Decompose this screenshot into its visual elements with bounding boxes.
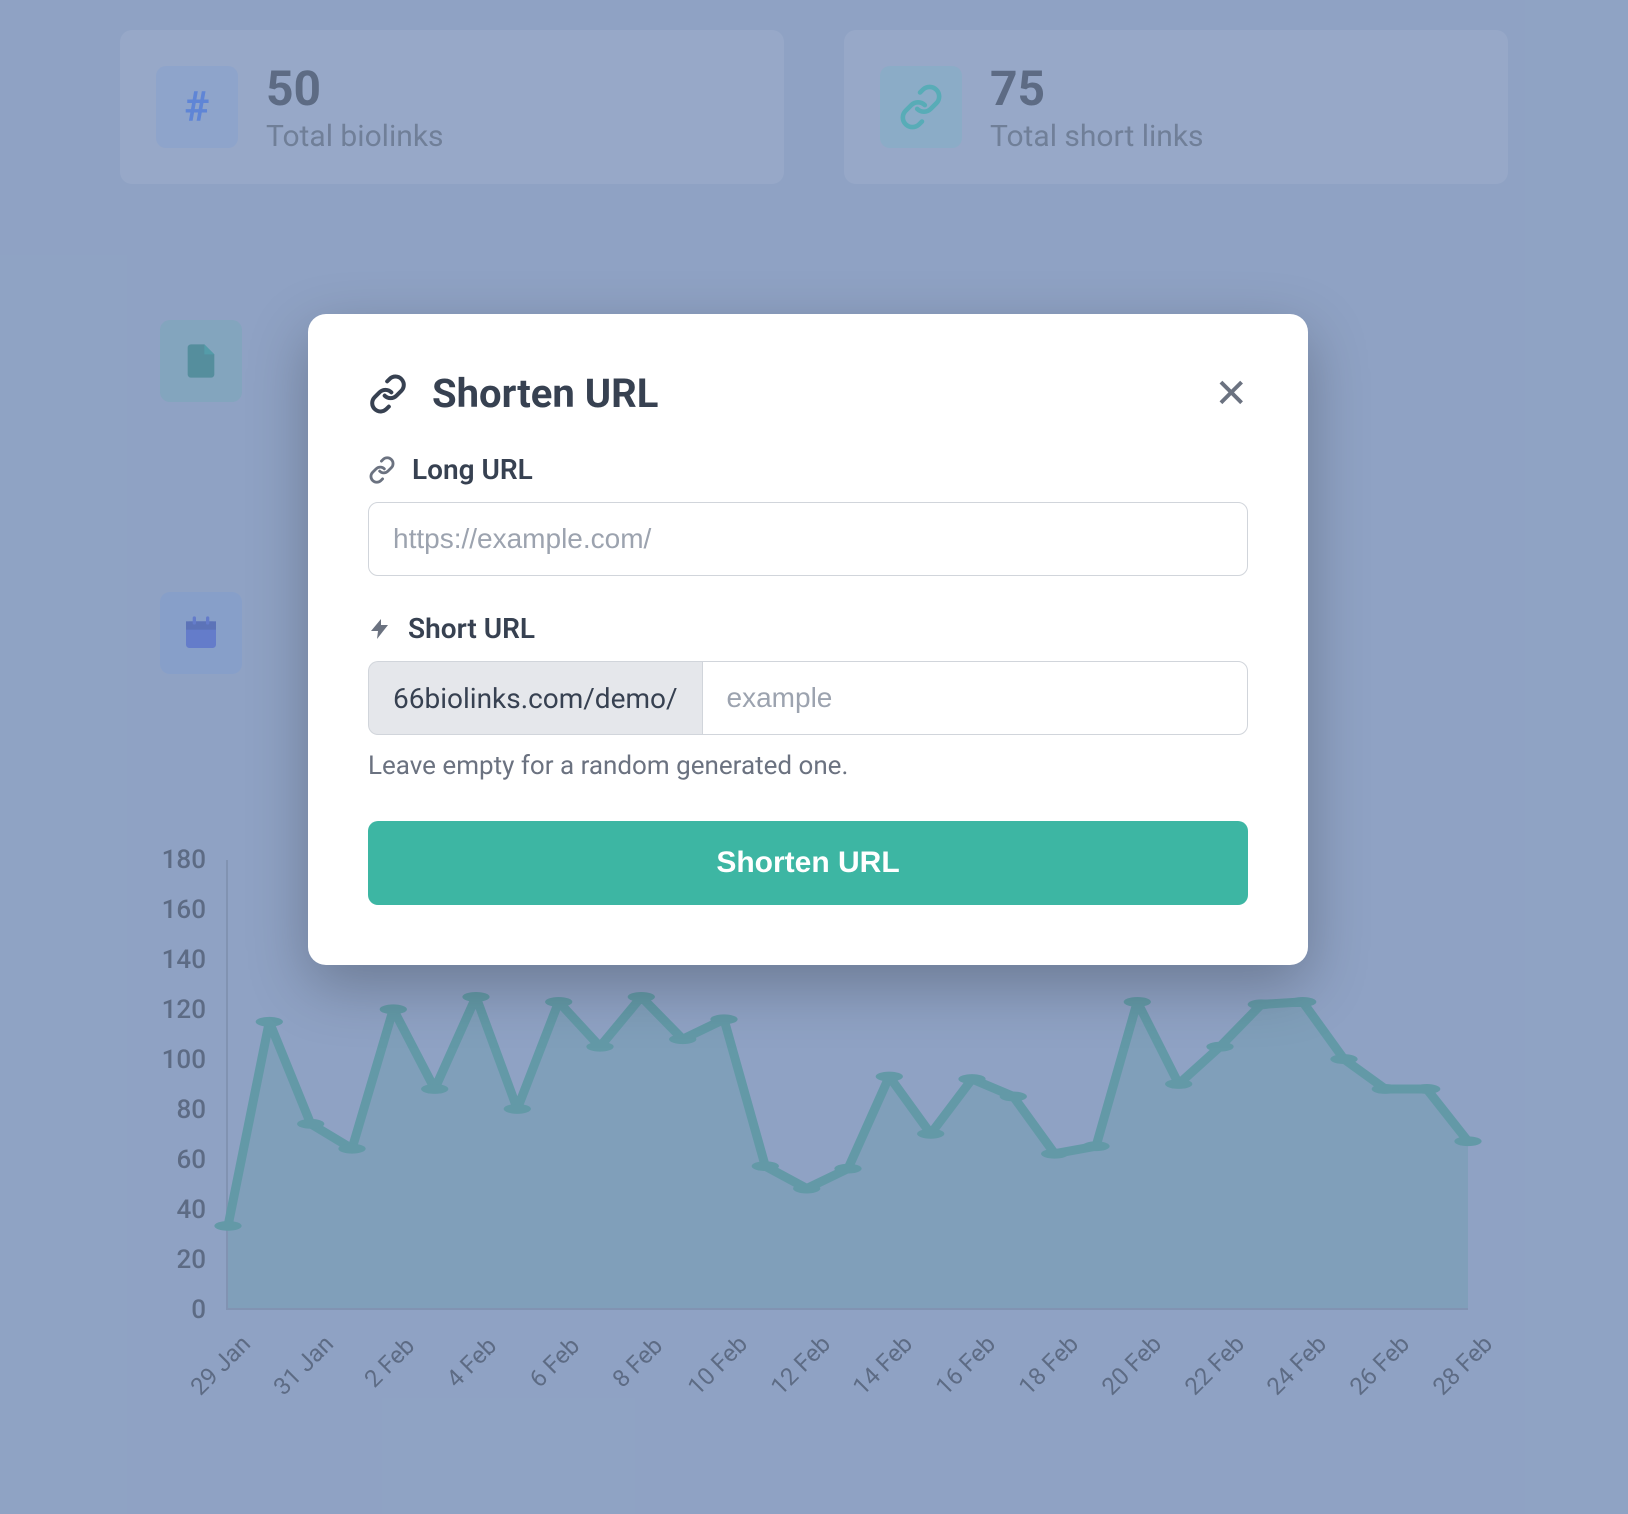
long-url-label-text: Long URL xyxy=(412,453,533,486)
long-url-input[interactable] xyxy=(368,502,1248,576)
page-root: # 50 Total biolinks 75 Total short links xyxy=(0,0,1628,1514)
short-url-input[interactable] xyxy=(702,661,1248,735)
link-icon xyxy=(368,374,408,414)
short-url-label: Short URL xyxy=(368,612,1248,645)
short-url-help-text: Leave empty for a random generated one. xyxy=(368,751,1248,781)
modal-header: Shorten URL ✕ xyxy=(368,370,1248,417)
short-url-input-group: 66biolinks.com/demo/ xyxy=(368,661,1248,735)
long-url-field: Long URL xyxy=(368,453,1248,576)
shorten-url-button-label: Shorten URL xyxy=(716,846,899,879)
short-url-field: Short URL 66biolinks.com/demo/ Leave emp… xyxy=(368,612,1248,781)
close-button[interactable]: ✕ xyxy=(1214,374,1248,414)
short-url-prefix: 66biolinks.com/demo/ xyxy=(368,661,702,735)
shorten-url-button[interactable]: Shorten URL xyxy=(368,821,1248,905)
shorten-url-modal: Shorten URL ✕ Long URL Short URL 6 xyxy=(308,314,1308,965)
link-icon xyxy=(368,456,396,484)
modal-title-text: Shorten URL xyxy=(432,370,658,417)
bolt-icon xyxy=(368,617,392,641)
modal-title: Shorten URL xyxy=(368,370,658,417)
long-url-label: Long URL xyxy=(368,453,1248,486)
close-icon: ✕ xyxy=(1214,372,1248,416)
short-url-label-text: Short URL xyxy=(408,612,535,645)
